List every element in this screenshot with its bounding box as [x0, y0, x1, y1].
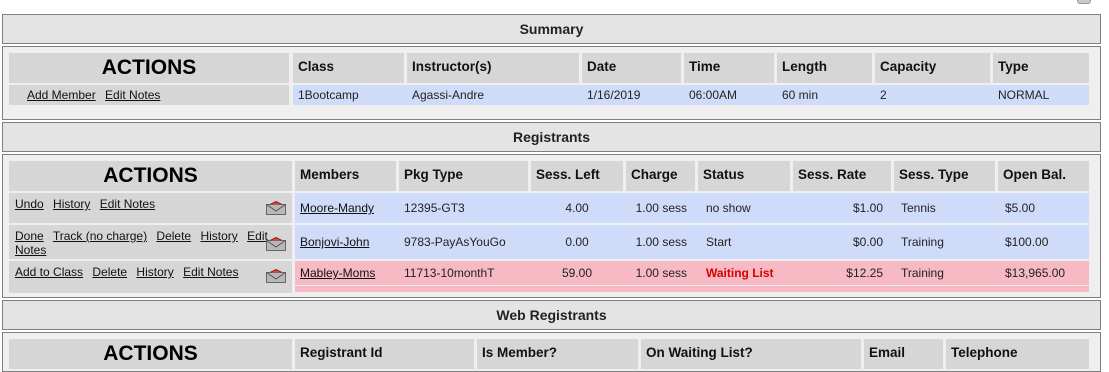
col-time: Time — [684, 53, 774, 83]
col-date: Date — [582, 53, 681, 83]
col-charge: Charge — [626, 161, 695, 191]
member-link[interactable]: Mabley-Moms — [295, 261, 396, 285]
registrants-actions-heading: ACTIONS — [9, 161, 292, 191]
envelope-icon[interactable] — [266, 269, 286, 283]
pkg-type-value: 9783-PayAsYouGo — [404, 235, 506, 249]
sess-left-value: 4.00 — [565, 201, 589, 215]
col-length: Length — [777, 53, 872, 83]
edit-notes-link[interactable]: Edit Notes — [183, 265, 238, 279]
col-sess-rate: Sess. Rate — [793, 161, 891, 191]
open-bal-value: $100.00 — [1005, 235, 1049, 249]
status-value: Start — [706, 235, 732, 249]
sess-type-value: Tennis — [901, 201, 936, 215]
sess-left-value: 59.00 — [561, 266, 593, 280]
col-open-bal: Open Bal. — [998, 161, 1089, 191]
sess-type-value: Training — [901, 235, 944, 249]
row-strip — [295, 286, 1089, 292]
registrants-section-header: Registrants — [2, 122, 1101, 152]
summary-class-value: 1Bootcamp — [298, 88, 359, 102]
col-members: Members — [295, 161, 396, 191]
charge-value: 1.00 sess — [635, 201, 687, 215]
member-link[interactable]: Moore-Mandy — [295, 193, 396, 223]
status-value: Waiting List — [706, 266, 774, 280]
summary-type-value: NORMAL — [998, 88, 1050, 102]
charge-value: 1.00 sess — [635, 235, 687, 249]
col-sess-left: Sess. Left — [531, 161, 623, 191]
done-link[interactable]: Done — [15, 229, 44, 243]
pkg-type-value: 12395-GT3 — [404, 201, 465, 215]
sess-type-value: Training — [901, 266, 944, 280]
sess-rate-value: $0.00 — [852, 235, 883, 249]
web-registrants-section-header: Web Registrants — [2, 300, 1101, 330]
registrants-panel: ACTIONS Members Pkg Type Sess. Left Char… — [2, 154, 1101, 298]
summary-title: Summary — [519, 21, 584, 37]
open-bal-value: $5.00 — [1005, 201, 1036, 215]
col-pkg-type: Pkg Type — [399, 161, 528, 191]
summary-actions-heading: ACTIONS — [9, 53, 289, 83]
undo-link[interactable]: Undo — [15, 197, 44, 211]
add-member-link[interactable]: Add Member — [27, 88, 96, 102]
status-value: no show — [706, 201, 751, 215]
history-link[interactable]: History — [200, 229, 237, 243]
track-no-charge-link[interactable]: Track (no charge) — [53, 229, 147, 243]
summary-length-value: 60 min — [782, 88, 819, 102]
charge-value: 1.00 sess — [635, 266, 687, 280]
col-capacity: Capacity — [875, 53, 990, 83]
member-link[interactable]: Bonjovi-John — [295, 225, 396, 259]
col-sess-type: Sess. Type — [894, 161, 995, 191]
summary-section-header: Summary — [2, 14, 1101, 44]
history-link[interactable]: History — [53, 197, 90, 211]
sess-rate-value: $12.25 — [846, 266, 883, 280]
web-registrants-panel: ACTIONS Registrant Id Is Member? On Wait… — [2, 332, 1101, 372]
sess-left-value: 0.00 — [565, 235, 589, 249]
summary-time-value: 06:00AM — [689, 88, 738, 102]
sess-rate-value: $1.00 — [852, 201, 883, 215]
envelope-icon[interactable] — [266, 201, 286, 215]
notes-link[interactable]: Notes — [15, 243, 46, 257]
col-status: Status — [698, 161, 790, 191]
envelope-icon[interactable] — [266, 237, 286, 251]
edit-notes-link[interactable]: Edit Notes — [100, 197, 155, 211]
edit-notes-link[interactable]: Edit Notes — [105, 88, 160, 102]
col-type: Type — [993, 53, 1089, 83]
open-bal-value: $13,965.00 — [1005, 266, 1066, 280]
delete-link[interactable]: Delete — [92, 265, 127, 279]
history-link[interactable]: History — [136, 265, 173, 279]
summary-panel: ACTIONS Class Instructor(s) Date Time Le… — [2, 46, 1101, 120]
row3-actions-cell: Add to Class Delete History Edit Notes — [9, 261, 292, 293]
pkg-type-value: 11713-10monthT — [404, 266, 495, 280]
registrants-title: Registrants — [512, 129, 591, 145]
summary-capacity-value: 2 — [880, 88, 887, 102]
summary-date-value: 1/16/2019 — [587, 88, 641, 102]
col-class: Class — [293, 53, 404, 83]
delete-link[interactable]: Delete — [156, 229, 191, 243]
web-registrants-title: Web Registrants — [496, 307, 607, 323]
col-instructors: Instructor(s) — [407, 53, 579, 83]
summary-instructor-value: Agassi-Andre — [412, 88, 485, 102]
summary-actions-cell: Add Member Edit Notes — [9, 85, 289, 105]
row2-actions-cell: Done Track (no charge) Delete History Ed… — [9, 225, 292, 259]
window-corner-control[interactable] — [1077, 0, 1091, 4]
edit-link[interactable]: Edit — [247, 229, 268, 243]
add-to-class-link[interactable]: Add to Class — [15, 265, 83, 279]
row1-actions-cell: Undo History Edit Notes — [9, 193, 292, 223]
